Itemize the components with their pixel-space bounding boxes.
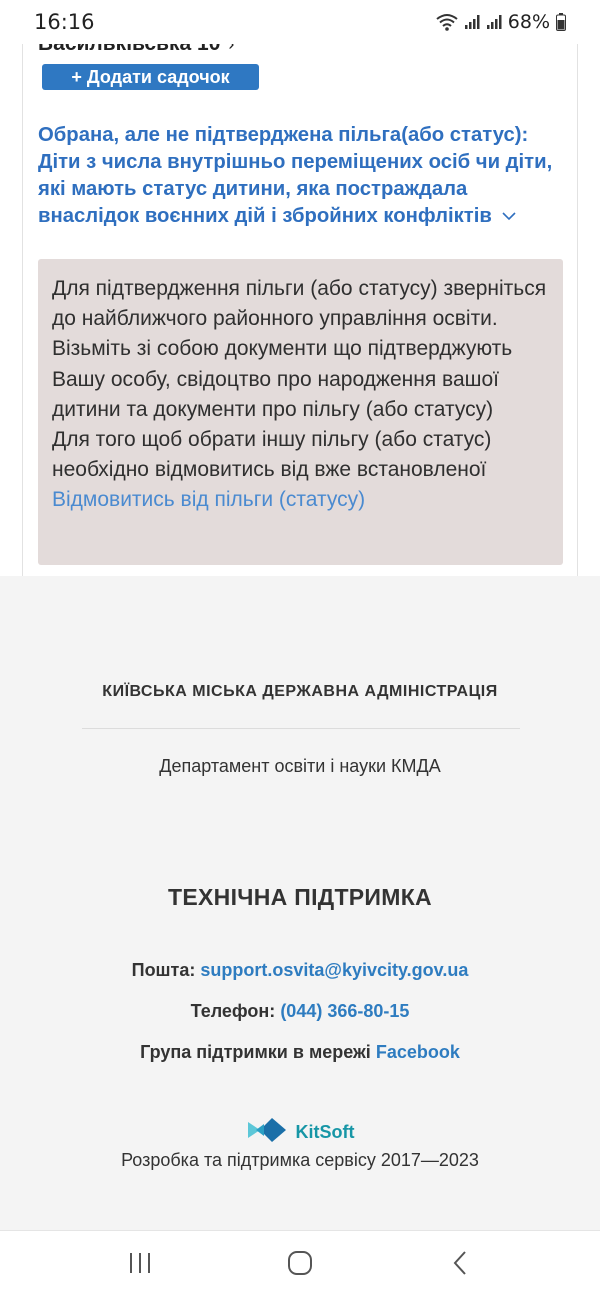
notice-text-confirm: Для підтвердження пільги (або статусу) з… — [52, 277, 547, 421]
org-name: КИЇВСЬКА МІСЬКА ДЕРЖАВНА АДМІНІСТРАЦІЯ — [102, 683, 498, 700]
group-label: Група підтримки в мережі — [140, 1042, 371, 1062]
recent-apps-button[interactable] — [110, 1240, 170, 1290]
email-link[interactable]: support.osvita@kyivcity.gov.ua — [200, 960, 468, 980]
kitsoft-logo-icon — [246, 1116, 288, 1149]
facebook-link[interactable]: Facebook — [376, 1042, 460, 1062]
notice-text-change: Для того щоб обрати іншу пільгу (або ста… — [52, 428, 492, 482]
benefit-accordion[interactable]: Обрана, але не підтверджена пільга(або с… — [38, 122, 563, 230]
add-kindergarten-button[interactable]: + Додати садочок — [42, 64, 259, 90]
status-indicators: 68% — [436, 11, 566, 33]
back-button[interactable] — [430, 1240, 490, 1290]
home-button[interactable] — [270, 1240, 330, 1290]
footer: КИЇВСЬКА МІСЬКА ДЕРЖАВНА АДМІНІСТРАЦІЯ Д… — [0, 576, 600, 1230]
signal-icon — [464, 14, 480, 30]
home-icon — [287, 1250, 313, 1281]
kitsoft-logo-link[interactable]: KitSoft — [0, 1116, 600, 1149]
footer-divider — [82, 728, 520, 729]
phone-link[interactable]: (044) 366-80-15 — [280, 1001, 409, 1021]
support-phone: Телефон: (044) 366-80-15 — [0, 1001, 600, 1022]
status-time: 16:16 — [34, 10, 95, 34]
back-icon — [452, 1250, 468, 1281]
benefit-notice: Для підтвердження пільги (або статусу) з… — [38, 259, 563, 565]
page-content: Васильківська 10› + Додати садочок Обран… — [0, 0, 600, 576]
add-kindergarten-label: + Додати садочок — [71, 66, 230, 87]
email-label: Пошта: — [131, 960, 196, 980]
system-nav-bar — [0, 1230, 600, 1299]
benefit-title: Обрана, але не підтверджена пільга(або с… — [38, 124, 553, 227]
support-email: Пошта: support.osvita@kyivcity.gov.ua — [0, 960, 600, 981]
recent-apps-icon — [128, 1252, 152, 1279]
developer-text: Розробка та підтримка сервісу 2017—2023 — [121, 1150, 479, 1170]
department-name: Департамент освіти і науки КМДА — [159, 756, 441, 776]
chevron-down-icon — [502, 203, 516, 230]
phone-label: Телефон: — [190, 1001, 276, 1021]
battery-percentage: 68% — [507, 11, 550, 33]
signal-icon — [486, 14, 502, 30]
kitsoft-name: KitSoft — [295, 1122, 355, 1142]
status-bar: 16:16 68% — [0, 0, 600, 44]
battery-icon — [556, 13, 566, 31]
support-title: ТЕХНІЧНА ПІДТРИМКА — [168, 884, 432, 910]
refuse-benefit-link[interactable]: Відмовитись від пільги (статусу) — [52, 488, 365, 511]
wifi-icon — [436, 13, 458, 31]
support-group: Група підтримки в мережі Facebook — [0, 1042, 600, 1063]
